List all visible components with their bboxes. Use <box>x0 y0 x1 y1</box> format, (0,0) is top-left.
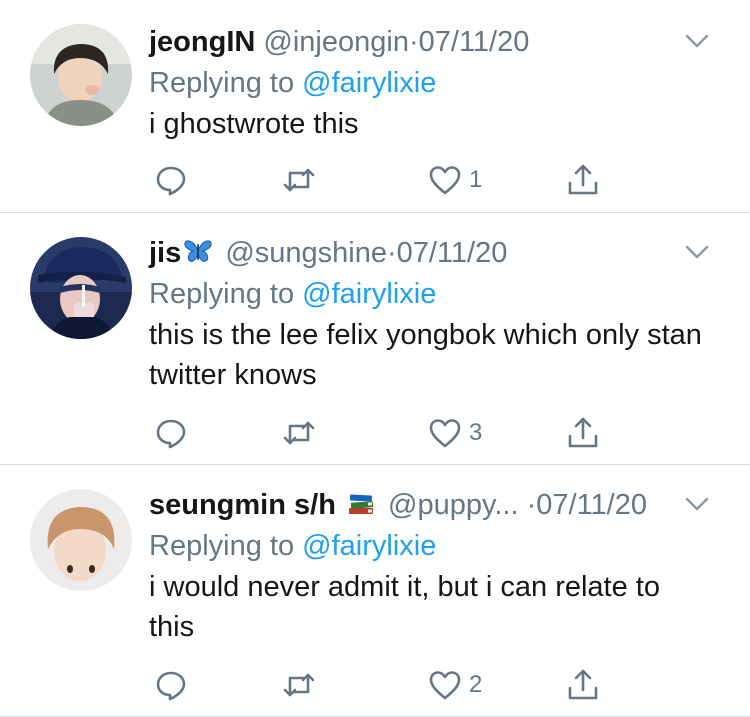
replying-to: Replying to @fairylixie <box>149 525 730 567</box>
tweet[interactable]: jis @sungshine·07/11/20 Replying to @fai… <box>0 213 750 464</box>
tweet[interactable]: jeongIN @injeongin·07/11/20 Replying to … <box>0 0 750 212</box>
replying-to: Replying to @fairylixie <box>149 273 730 315</box>
mention-link[interactable]: @fairylixie <box>302 67 436 99</box>
replying-to-label: Replying to <box>149 278 295 310</box>
tweet-text: this is the lee felix yongbok which only… <box>149 319 702 391</box>
display-name[interactable]: jis <box>149 237 181 269</box>
tweet-text: i ghostwrote this <box>149 108 359 140</box>
tweet-date[interactable]: 07/11/20 <box>397 237 508 269</box>
reply-icon <box>153 162 189 198</box>
user-handle[interactable]: @sungshine <box>225 237 387 269</box>
books-icon <box>346 488 376 518</box>
replying-to-label: Replying to <box>149 530 295 562</box>
separator-dot: · <box>526 489 537 521</box>
like-button[interactable]: 2 <box>427 663 482 707</box>
tweet-date[interactable]: 07/11/20 <box>419 26 530 58</box>
retweet-icon <box>281 415 317 451</box>
reply-button[interactable] <box>153 158 189 202</box>
chevron-down-icon[interactable] <box>682 26 712 56</box>
like-count: 2 <box>469 671 483 698</box>
share-button[interactable] <box>565 411 601 455</box>
retweet-icon <box>281 667 317 703</box>
reply-button[interactable] <box>153 411 189 455</box>
like-button[interactable]: 3 <box>427 411 482 455</box>
share-icon <box>565 667 601 703</box>
chevron-down-icon[interactable] <box>682 489 712 519</box>
share-button[interactable] <box>565 663 601 707</box>
reply-button[interactable] <box>153 663 189 707</box>
separator-dot: · <box>408 26 419 58</box>
heart-icon <box>427 667 463 703</box>
tweet-date[interactable]: 07/11/20 <box>536 489 647 521</box>
replying-to-label: Replying to <box>149 67 295 99</box>
like-count: 3 <box>469 419 483 446</box>
share-button[interactable] <box>565 158 601 202</box>
replying-to: Replying to @fairylixie <box>149 62 730 104</box>
like-count: 1 <box>469 166 483 193</box>
display-name[interactable]: jeongIN <box>149 26 255 58</box>
tweet-text: i would never admit it, but i can relate… <box>149 571 660 643</box>
user-handle[interactable]: @injeongin <box>263 26 409 58</box>
user-handle[interactable]: @puppy... <box>388 489 518 521</box>
avatar[interactable] <box>30 24 132 126</box>
retweet-icon <box>281 162 317 198</box>
avatar[interactable] <box>30 489 132 591</box>
retweet-button[interactable] <box>281 663 317 707</box>
share-icon <box>565 162 601 198</box>
tweet[interactable]: seungmin s/h @puppy... ·07/11/20 Replyin… <box>0 465 750 717</box>
avatar[interactable] <box>30 237 132 339</box>
heart-icon <box>427 162 463 198</box>
retweet-button[interactable] <box>281 158 317 202</box>
chevron-down-icon[interactable] <box>682 237 712 267</box>
reply-icon <box>153 415 189 451</box>
mention-link[interactable]: @fairylixie <box>302 278 436 310</box>
separator-dot: · <box>386 237 397 269</box>
display-name[interactable]: seungmin s/h <box>149 489 336 521</box>
like-button[interactable]: 1 <box>427 158 482 202</box>
mention-link[interactable]: @fairylixie <box>302 530 436 562</box>
share-icon <box>565 415 601 451</box>
butterfly-icon <box>183 236 213 266</box>
reply-icon <box>153 667 189 703</box>
heart-icon <box>427 415 463 451</box>
retweet-button[interactable] <box>281 411 317 455</box>
